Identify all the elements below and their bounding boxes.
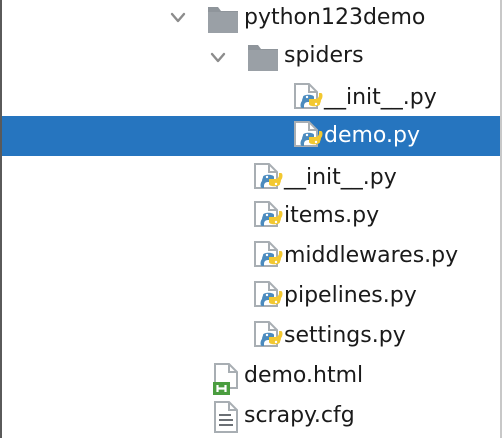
python-file-icon bbox=[250, 240, 284, 274]
tree-node-spiders[interactable]: spiders bbox=[2, 38, 500, 78]
html-file-icon bbox=[210, 362, 244, 396]
project-tree[interactable]: python123demo spiders __init__.py demo.p… bbox=[2, 0, 500, 438]
tree-node-label: demo.html bbox=[244, 363, 364, 388]
python-file-icon bbox=[250, 320, 284, 354]
tree-node-init-py[interactable]: __init__.py bbox=[2, 158, 500, 198]
python-file-icon bbox=[250, 200, 284, 234]
tree-node-spiders-init-py[interactable]: __init__.py bbox=[2, 78, 500, 118]
chevron-down-icon[interactable] bbox=[170, 12, 186, 24]
tree-node-label: spiders bbox=[284, 43, 364, 68]
tree-node-label: settings.py bbox=[284, 323, 406, 348]
tree-node-label: scrapy.cfg bbox=[244, 403, 355, 428]
chevron-down-icon[interactable] bbox=[210, 52, 226, 64]
tree-node-scrapy-cfg[interactable]: scrapy.cfg bbox=[2, 396, 500, 436]
tree-node-demo-py[interactable]: demo.py bbox=[2, 116, 500, 156]
tree-node-label: items.py bbox=[284, 203, 380, 228]
folder-icon bbox=[206, 2, 240, 36]
tree-node-items-py[interactable]: items.py bbox=[2, 196, 500, 236]
python-file-icon bbox=[250, 162, 284, 196]
tree-node-label: pipelines.py bbox=[284, 283, 417, 308]
python-file-icon bbox=[250, 280, 284, 314]
tree-node-settings-py[interactable]: settings.py bbox=[2, 316, 500, 356]
config-file-icon bbox=[210, 400, 244, 434]
tree-node-demo-html[interactable]: demo.html bbox=[2, 356, 500, 396]
tree-node-label: middlewares.py bbox=[284, 243, 459, 268]
python-file-icon bbox=[290, 120, 324, 154]
tree-node-middlewares-py[interactable]: middlewares.py bbox=[2, 236, 500, 276]
tree-node-label: python123demo bbox=[244, 5, 426, 30]
tree-node-label: demo.py bbox=[324, 123, 420, 148]
tree-node-pipelines-py[interactable]: pipelines.py bbox=[2, 276, 500, 316]
tree-node-label: __init__.py bbox=[324, 85, 437, 110]
tree-node-label: __init__.py bbox=[284, 165, 397, 190]
python-file-icon bbox=[290, 82, 324, 116]
folder-icon bbox=[246, 40, 280, 74]
tree-node-python123demo[interactable]: python123demo bbox=[2, 0, 500, 40]
